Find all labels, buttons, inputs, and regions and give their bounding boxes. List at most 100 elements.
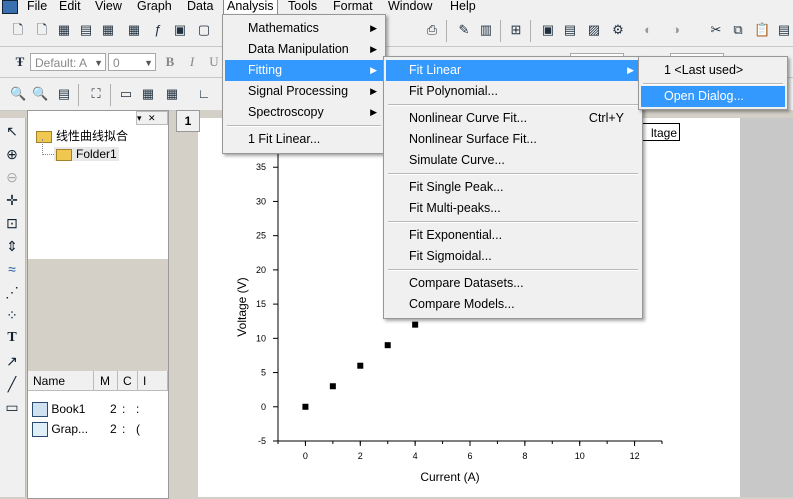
layer-icon[interactable]: ▥ xyxy=(478,22,494,38)
menu-item-simulate-curve[interactable]: Simulate Curve... xyxy=(386,150,640,171)
menu-item-fitting[interactable]: Fitting ▶ xyxy=(225,60,383,81)
rectangle-tool-icon[interactable]: ▭ xyxy=(3,398,21,416)
menu-graph[interactable]: Graph xyxy=(134,0,175,14)
pointer-icon[interactable]: ↖ xyxy=(3,122,21,140)
zoom-out-icon[interactable]: 🔍 xyxy=(32,86,48,102)
item-col3: : xyxy=(136,402,140,416)
page-icon[interactable]: ▤ xyxy=(56,86,72,102)
menu-item-compare-datasets[interactable]: Compare Datasets... xyxy=(386,273,640,294)
menu-item-label: Signal Processing xyxy=(248,84,349,98)
x-tick-label: 6 xyxy=(467,451,472,461)
frame-icon[interactable]: ⛶ xyxy=(88,86,104,102)
axis-icon[interactable]: ∟ xyxy=(196,86,212,102)
text-tool-icon[interactable]: T xyxy=(3,329,21,347)
col-header-name[interactable]: Name xyxy=(28,371,94,391)
new-graph-icon[interactable]: ▤ xyxy=(78,22,94,38)
y-tick-label: 10 xyxy=(256,333,266,343)
cut-icon[interactable]: ✂ xyxy=(708,22,724,38)
recalc-icon[interactable]: ◑ xyxy=(668,22,684,38)
zoom-tool-icon[interactable]: ⊕ xyxy=(3,145,21,163)
layer-grid-icon[interactable]: ▦ xyxy=(140,86,156,102)
menu-item-signal-processing[interactable]: Signal Processing ▶ xyxy=(225,81,383,102)
menu-analysis[interactable]: Analysis xyxy=(223,0,278,14)
menu-data[interactable]: Data xyxy=(184,0,216,14)
refresh-icon[interactable]: ◐ xyxy=(640,22,656,38)
layer-indicator[interactable]: 1 xyxy=(176,110,200,132)
item-name: Grap... xyxy=(51,422,89,436)
new-excel-icon[interactable]: ▦ xyxy=(126,22,142,38)
menu-file[interactable]: File xyxy=(24,0,50,14)
menu-format[interactable]: Format xyxy=(330,0,376,14)
script-window-icon[interactable]: ▨ xyxy=(586,22,602,38)
print-icon[interactable]: ⎙ xyxy=(424,22,440,38)
item-col1: 2 xyxy=(110,422,117,436)
menu-item-fit-polynomial[interactable]: Fit Polynomial... xyxy=(386,81,640,102)
menu-view[interactable]: View xyxy=(92,0,125,14)
menu-item-fit-sigmoidal[interactable]: Fit Sigmoidal... xyxy=(386,246,640,267)
menu-help[interactable]: Help xyxy=(447,0,479,14)
code-builder-icon[interactable]: ▤ xyxy=(562,22,578,38)
data-selector-icon[interactable]: ⇕ xyxy=(3,237,21,255)
menu-tools[interactable]: Tools xyxy=(285,0,320,14)
menu-item-compare-models[interactable]: Compare Models... xyxy=(386,294,640,315)
menu-item-spectroscopy[interactable]: Spectroscopy ▶ xyxy=(225,102,383,123)
layer-arrange-icon[interactable]: ▦ xyxy=(164,86,180,102)
menu-window[interactable]: Window xyxy=(385,0,435,14)
menu-edit[interactable]: Edit xyxy=(56,0,84,14)
menu-item-last-used[interactable]: 1 <Last used> xyxy=(641,60,785,81)
menu-item-fit-exponential[interactable]: Fit Exponential... xyxy=(386,225,640,246)
project-tree-icon[interactable]: ⊞ xyxy=(508,22,524,38)
pe-splitter[interactable] xyxy=(28,259,168,371)
item-col3: ( xyxy=(136,422,140,436)
col-header-c[interactable]: C xyxy=(118,371,138,391)
mask-points-icon[interactable]: ⋰ xyxy=(3,283,21,301)
folder-icon xyxy=(36,130,52,143)
draw-data-icon[interactable]: ≈ xyxy=(3,260,21,278)
col-header-m[interactable]: M xyxy=(94,371,118,391)
menu-item-fit-single-peak[interactable]: Fit Single Peak... xyxy=(386,177,640,198)
new-notes-icon[interactable]: ▢ xyxy=(196,22,212,38)
menu-separator xyxy=(388,269,638,271)
col-header-i[interactable]: I xyxy=(138,371,168,391)
app-icon[interactable] xyxy=(2,0,18,14)
underline-button[interactable]: U xyxy=(206,54,222,70)
region-icon[interactable]: ⁘ xyxy=(3,306,21,324)
italic-button[interactable]: I xyxy=(184,54,200,70)
menu-item-fit-multi-peaks[interactable]: Fit Multi-peaks... xyxy=(386,198,640,219)
layer-add-icon[interactable]: ▭ xyxy=(118,86,134,102)
new-folder-icon[interactable]: 🗋 xyxy=(34,22,50,38)
new-layout-icon[interactable]: ▣ xyxy=(172,22,188,38)
list-item[interactable]: Book1 2 : : xyxy=(32,399,166,419)
line-tool-icon[interactable]: ╱ xyxy=(3,375,21,393)
paste-link-icon[interactable]: ▤ xyxy=(776,22,792,38)
menu-item-nonlinear-curve-fit[interactable]: Nonlinear Curve Fit... Ctrl+Y xyxy=(386,108,640,129)
zoom-out-tool-icon[interactable]: ⊖ xyxy=(3,168,21,186)
paste-icon[interactable]: 📋 xyxy=(754,22,770,38)
new-matrix-icon[interactable]: ▦ xyxy=(100,22,116,38)
menu-item-mathematics[interactable]: Mathematics ▶ xyxy=(225,18,383,39)
results-log-icon[interactable]: ▣ xyxy=(540,22,556,38)
menu-item-fit-linear[interactable]: Fit Linear ▶ xyxy=(386,60,640,81)
list-item[interactable]: Grap... 2 : ( xyxy=(32,419,166,439)
new-function-icon[interactable]: ƒ xyxy=(150,22,166,38)
edit-icon[interactable]: ✎ xyxy=(456,22,472,38)
menu-item-recent-fit-linear[interactable]: 1 Fit Linear... xyxy=(225,129,383,150)
tree-root-folder[interactable]: 线性曲线拟合 xyxy=(36,127,128,144)
menu-item-data-manipulation[interactable]: Data Manipulation ▶ xyxy=(225,39,383,60)
menu-item-open-dialog[interactable]: Open Dialog... xyxy=(641,86,785,107)
gear-icon[interactable]: ⚙ xyxy=(610,22,626,38)
arrow-tool-icon[interactable]: ↗ xyxy=(3,352,21,370)
screen-reader-icon[interactable]: ✛ xyxy=(3,191,21,209)
bold-button[interactable]: B xyxy=(162,54,178,70)
tree-child-folder[interactable]: Folder1 xyxy=(54,147,119,161)
new-workbook-icon[interactable]: ▦ xyxy=(56,22,72,38)
font-combo[interactable]: Default: A ▼ xyxy=(30,53,106,71)
zoom-in-icon[interactable]: 🔍 xyxy=(10,86,26,102)
size-combo[interactable]: 0 ▼ xyxy=(108,53,156,71)
menu-item-nonlinear-surface-fit[interactable]: Nonlinear Surface Fit... xyxy=(386,129,640,150)
project-tree: 线性曲线拟合 Folder1 xyxy=(28,111,168,259)
new-project-icon[interactable]: 🗋 xyxy=(10,22,26,38)
data-reader-icon[interactable]: ⊡ xyxy=(3,214,21,232)
child-folder-label: Folder1 xyxy=(76,147,117,161)
copy-icon[interactable]: ⧉ xyxy=(730,22,746,38)
